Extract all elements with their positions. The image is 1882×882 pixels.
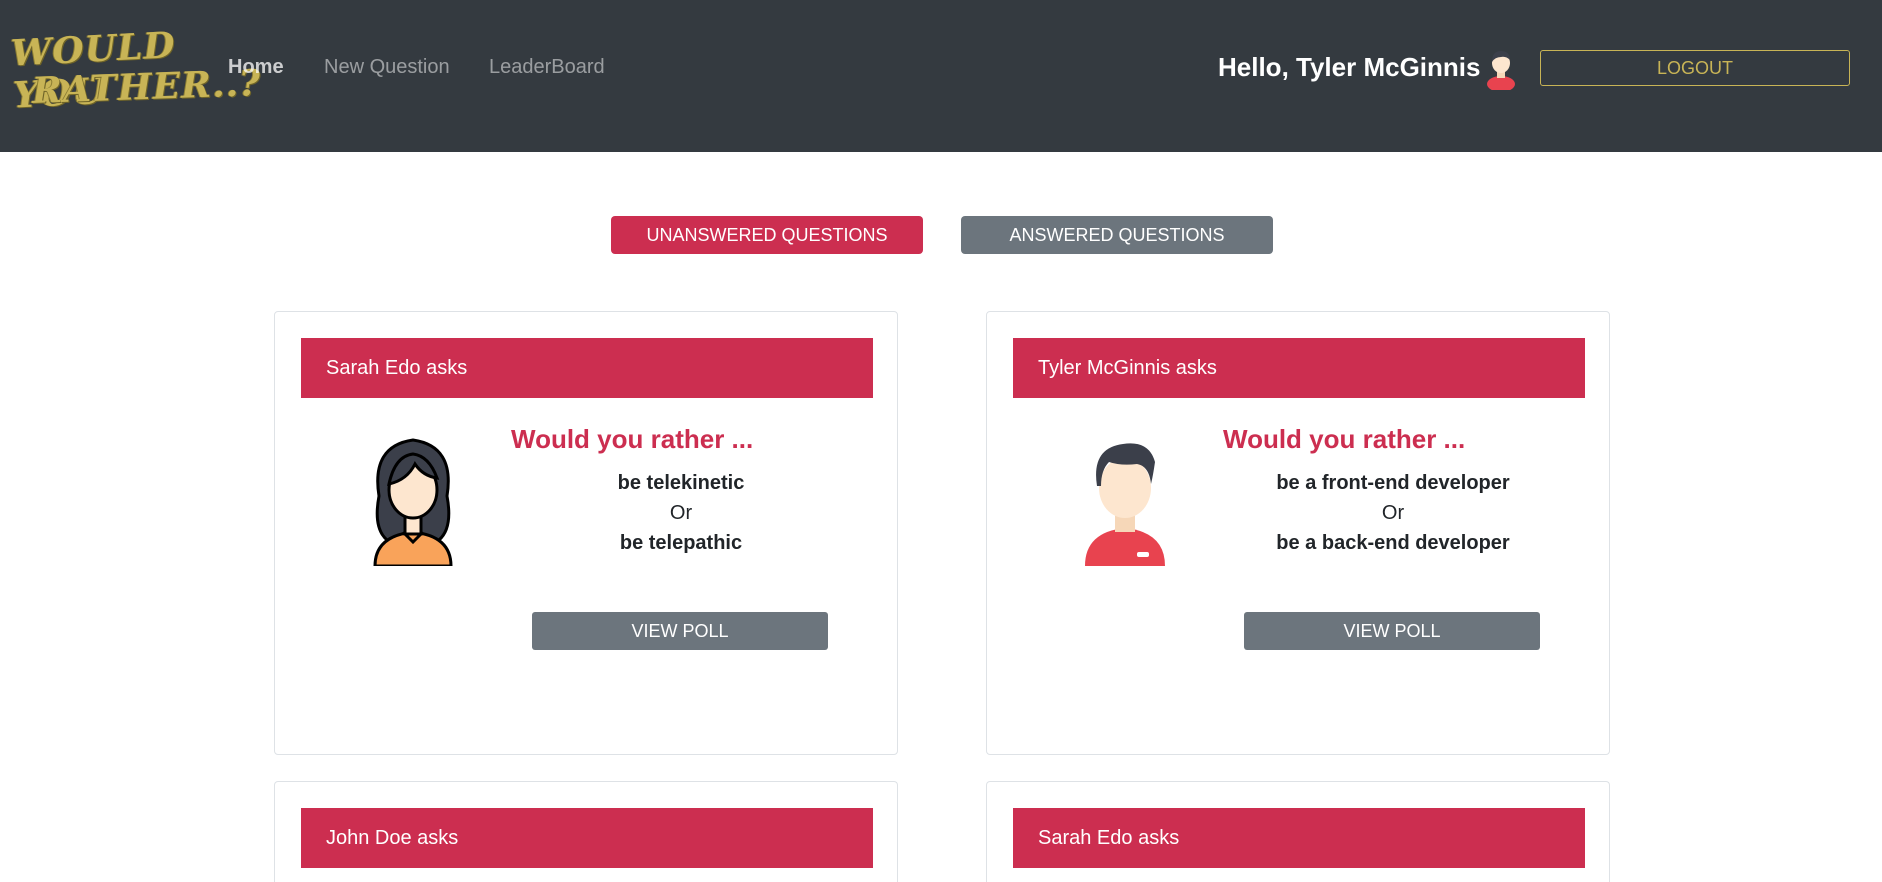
question-card: Sarah Edo asks Would you rather ... be t…	[274, 311, 898, 755]
question-card: Tyler McGinnis asks Would you rather ...…	[986, 311, 1610, 755]
question-card-header: Sarah Edo asks	[1013, 808, 1585, 868]
tab-unanswered-questions[interactable]: UNANSWERED QUESTIONS	[611, 216, 923, 254]
view-poll-button[interactable]: VIEW POLL	[1244, 612, 1540, 650]
question-card-header: John Doe asks	[301, 808, 873, 868]
or-separator: Or	[669, 502, 693, 524]
app-logo[interactable]: WOULD YOU RATHER..?	[10, 24, 262, 117]
question-card: John Doe asks	[274, 781, 898, 882]
question-card-header: Sarah Edo asks	[301, 338, 873, 398]
user-greeting: Hello, Tyler McGinnis	[1218, 52, 1481, 82]
would-you-rather-heading: Would you rather ...	[511, 424, 754, 454]
nav-link-home[interactable]: Home	[228, 56, 284, 79]
nav-link-new-question[interactable]: New Question	[324, 56, 450, 79]
female-avatar-icon	[373, 438, 453, 566]
question-card: Sarah Edo asks	[986, 781, 1610, 882]
view-poll-button[interactable]: VIEW POLL	[532, 612, 828, 650]
top-navbar: WOULD YOU RATHER..? Home New Question Le…	[0, 0, 1882, 152]
would-you-rather-heading: Would you rather ...	[1223, 424, 1466, 454]
nav-link-leaderboard[interactable]: LeaderBoard	[489, 56, 605, 79]
option-one-text: be a front-end developer	[1276, 472, 1510, 494]
logout-button[interactable]: LOGOUT	[1540, 50, 1850, 86]
option-two-text: be a back-end developer	[1276, 532, 1510, 554]
user-avatar-icon	[1487, 51, 1515, 90]
or-separator: Or	[1381, 502, 1405, 524]
option-two-text: be telepathic	[619, 532, 743, 554]
male-avatar-icon	[1085, 443, 1165, 566]
question-card-header: Tyler McGinnis asks	[1013, 338, 1585, 398]
option-one-text: be telekinetic	[617, 472, 745, 494]
tab-answered-questions[interactable]: ANSWERED QUESTIONS	[961, 216, 1273, 254]
